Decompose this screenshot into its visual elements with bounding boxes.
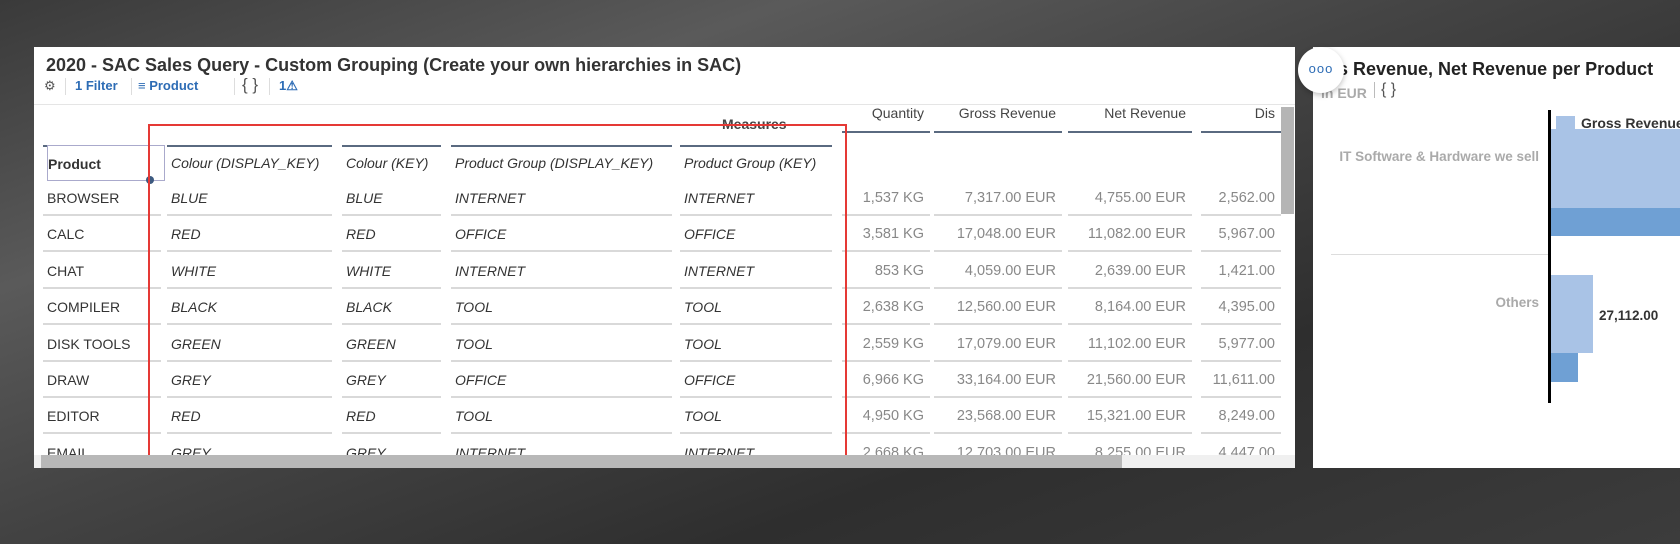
cell-net[interactable]: 2,639.00 EUR <box>1068 253 1192 289</box>
cell-gross[interactable]: 17,079.00 EUR <box>934 326 1062 362</box>
cell-dis[interactable]: 1,421.00 <box>1201 253 1281 289</box>
highlight-box <box>148 124 847 457</box>
bar-net-it[interactable] <box>1551 208 1680 236</box>
cell-quantity[interactable]: 4,950 KG <box>842 398 930 434</box>
cell-net[interactable]: 8,164.00 EUR <box>1068 289 1192 325</box>
cell-net[interactable]: 4,755.00 EUR <box>1068 180 1192 216</box>
cell-gross[interactable]: 7,317.00 EUR <box>934 180 1062 216</box>
warning-icon: ⚠ <box>286 78 298 93</box>
filter-button[interactable]: 1 Filter <box>75 78 118 93</box>
horizontal-scrollbar-thumb[interactable] <box>41 455 1122 468</box>
formula-icon[interactable]: { } <box>1381 81 1396 99</box>
cell-net[interactable]: 15,321.00 EUR <box>1068 398 1192 434</box>
formula-icon[interactable]: { } <box>242 75 258 95</box>
more-options-button[interactable]: ooo <box>1298 47 1344 93</box>
table-title: 2020 - SAC Sales Query - Custom Grouping… <box>46 55 742 75</box>
category-label: Others <box>1495 295 1539 310</box>
cell-dis[interactable]: 5,967.00 <box>1201 216 1281 252</box>
cell-gross[interactable]: 17,048.00 EUR <box>934 216 1062 252</box>
header-underline <box>1068 131 1192 133</box>
hierarchy-icon[interactable]: ⚙ <box>44 78 56 94</box>
column-header-measure[interactable]: Quantity <box>842 104 930 122</box>
chart-title: Gross Revenue, Net Revenue per Product <box>1313 59 1654 79</box>
warning-button[interactable]: 1⚠ <box>279 78 298 94</box>
cell-quantity[interactable]: 2,638 KG <box>842 289 930 325</box>
cell-quantity[interactable]: 853 KG <box>842 253 930 289</box>
bar-gross-it[interactable] <box>1551 129 1680 208</box>
cell-quantity[interactable]: 3,581 KG <box>842 216 930 252</box>
cell-gross[interactable]: 4,059.00 EUR <box>934 253 1062 289</box>
cell-dis[interactable]: 4,395.00 <box>1201 289 1281 325</box>
category-divider <box>1331 254 1549 255</box>
cell-net[interactable]: 21,560.00 EUR <box>1068 362 1192 398</box>
cell-dis[interactable]: 2,562.00 <box>1201 180 1281 216</box>
column-header-measure[interactable]: Dis <box>1201 104 1281 122</box>
horizontal-scrollbar[interactable] <box>34 455 1295 468</box>
cell-net[interactable]: 11,082.00 EUR <box>1068 216 1192 252</box>
cell-gross[interactable]: 12,560.00 EUR <box>934 289 1062 325</box>
divider <box>1374 82 1375 98</box>
product-label: Product <box>149 78 199 93</box>
category-axis <box>1548 110 1551 403</box>
bar-gross-others[interactable] <box>1551 275 1593 353</box>
column-header-measure[interactable]: Gross Revenue <box>934 104 1062 122</box>
cell-quantity[interactable]: 1,537 KG <box>842 180 930 216</box>
cell-quantity[interactable]: 2,559 KG <box>842 326 930 362</box>
chart-widget: Gross Revenue, Net Revenue per Product i… <box>1313 47 1680 468</box>
bar-net-others[interactable] <box>1551 353 1578 382</box>
header-underline <box>934 131 1062 133</box>
cell-quantity[interactable]: 6,966 KG <box>842 362 930 398</box>
cell-gross[interactable]: 33,164.00 EUR <box>934 362 1062 398</box>
column-header-measure[interactable]: Net Revenue <box>1068 104 1192 122</box>
cell-net[interactable]: 11,102.00 EUR <box>1068 326 1192 362</box>
cell-dis[interactable]: 11,611.00 <box>1201 362 1281 398</box>
table-widget: 2020 - SAC Sales Query - Custom Grouping… <box>34 47 1295 468</box>
category-label: IT Software & Hardware we sell <box>1339 149 1539 164</box>
cell-dis[interactable]: 5,977.00 <box>1201 326 1281 362</box>
data-label: 27,112.00 <box>1599 308 1659 323</box>
product-dimension-button[interactable]: ≡ Product <box>138 78 198 93</box>
cell-gross[interactable]: 23,568.00 EUR <box>934 398 1062 434</box>
cell-dis[interactable]: 8,249.00 <box>1201 398 1281 434</box>
header-underline <box>1201 131 1281 133</box>
header-underline <box>842 131 930 133</box>
list-icon: ≡ <box>138 78 150 93</box>
vertical-scrollbar[interactable] <box>1281 107 1294 214</box>
